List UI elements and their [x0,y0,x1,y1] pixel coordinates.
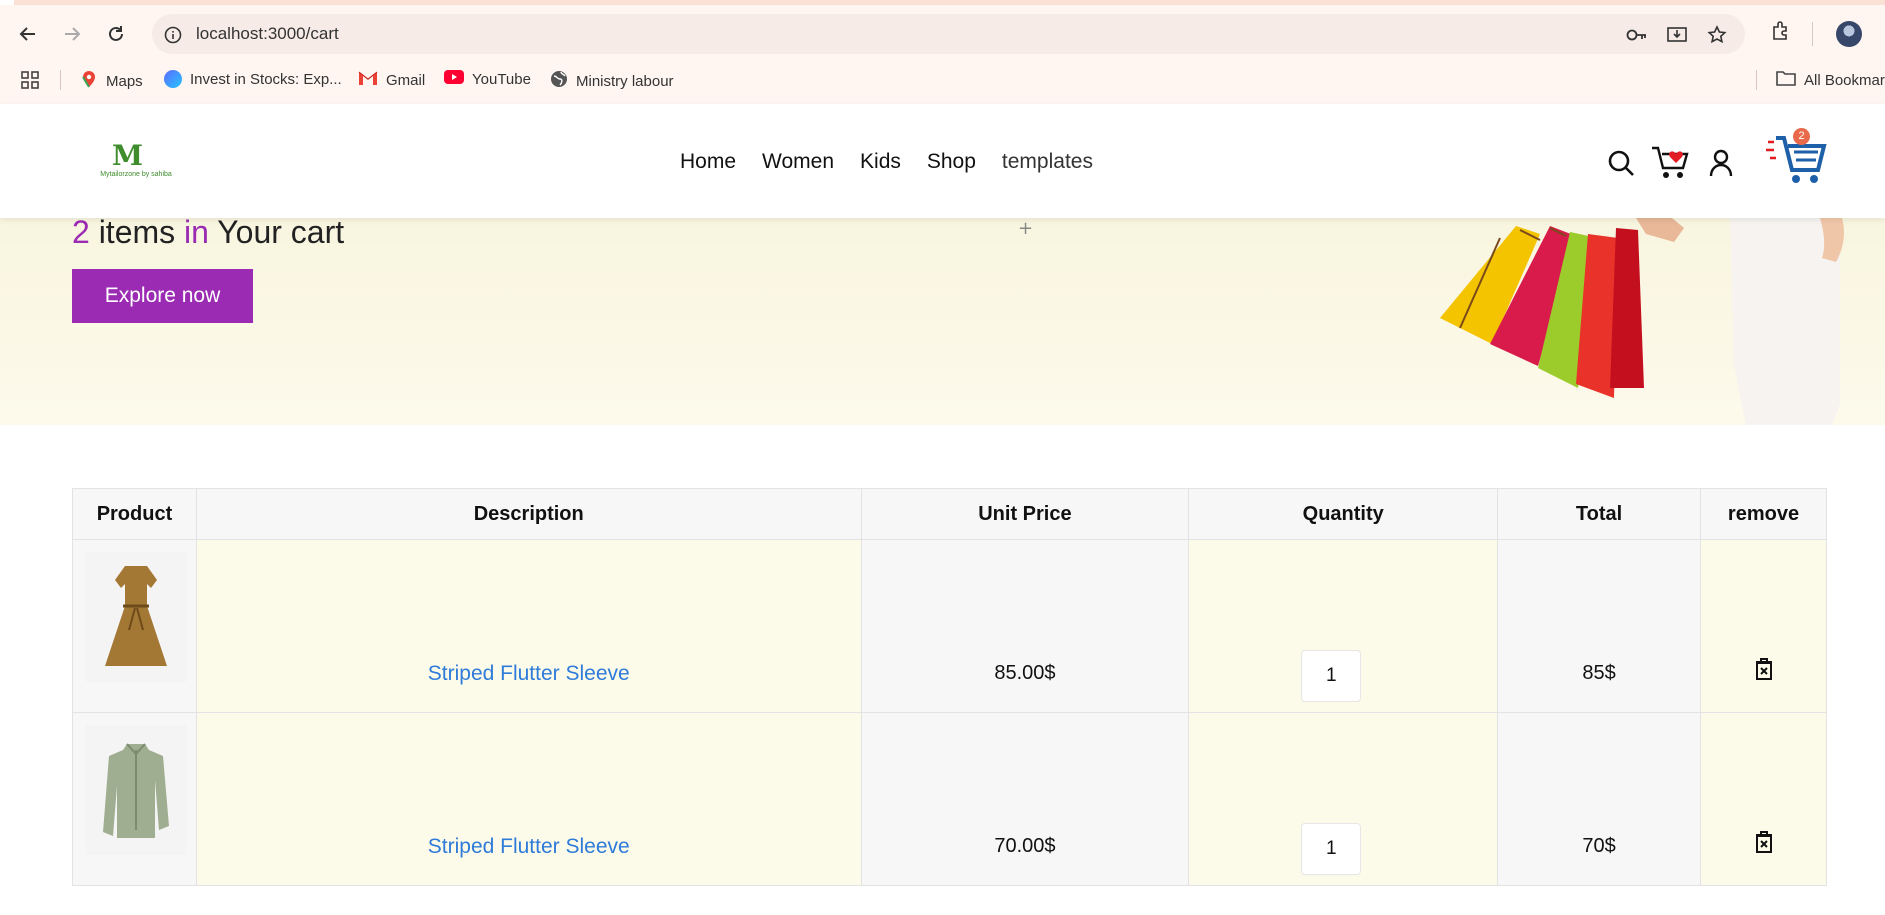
reload-icon[interactable] [100,18,132,50]
items-word: items [98,218,176,250]
bookmarks-separator [1756,70,1757,90]
back-icon[interactable] [12,18,44,50]
bookmark-label: YouTube [472,70,531,88]
install-app-icon[interactable] [1666,24,1688,46]
url-text[interactable]: localhost:3000/cart [196,24,339,44]
bookmark-label: Ministry labour [576,72,674,90]
all-bookmarks-label: All Bookmar [1804,71,1885,89]
cart-count-badge: 2 [1793,128,1810,145]
bookmark-invest[interactable]: Invest in Stocks: Exp... [164,70,342,88]
your-cart-word: Your cart [217,218,345,250]
total-cell: 70$ [1497,712,1701,886]
header-unit-price: Unit Price [860,488,1190,540]
tab-strip [0,0,1885,5]
toolbar-divider [1812,22,1813,46]
user-icon[interactable] [1708,148,1734,178]
gmail-icon [358,70,378,90]
header-description: Description [195,488,862,540]
main-nav: Home Women Kids Shop templates [680,150,1093,174]
bookmarks-bar: Maps Invest in Stocks: Exp... Gmail YouT… [0,62,1885,98]
bookmark-maps[interactable]: Maps [80,70,143,92]
all-bookmarks-folder[interactable]: All Bookmar [1776,70,1885,90]
explore-now-button[interactable]: Explore now [72,269,253,323]
site-info-icon[interactable] [162,24,184,46]
product-cell [72,539,197,713]
description-cell: Striped Flutter Sleeve [195,712,862,886]
product-image-green-shirt[interactable] [86,725,186,855]
trash-icon[interactable] [1754,658,1774,686]
invest-icon [164,70,182,88]
logo-mark: M [112,139,143,172]
cart-summary-title: 2 items in Your cart [72,218,344,248]
quantity-input[interactable]: 1 [1301,650,1362,702]
in-word: in [184,218,209,250]
logo-tagline: Mytailorzone by sahiba [100,171,172,178]
unit-price: 70.00$ [994,835,1056,857]
bookmark-label: Invest in Stocks: Exp... [190,70,342,88]
globe-icon [550,70,568,92]
table-header-row: Product Description Unit Price Quantity … [72,488,1827,540]
youtube-icon [444,70,464,88]
unit-price-cell: 70.00$ [860,712,1190,886]
shopping-bags-image [1440,218,1844,425]
remove-cell [1700,539,1827,713]
nav-home[interactable]: Home [680,150,736,174]
table-row: Striped Flutter Sleeve 85.00$ 1 85$ [72,539,1827,713]
header-remove: remove [1700,488,1827,540]
trash-icon[interactable] [1754,831,1774,859]
site-logo[interactable]: M Mytailorzone by sahiba [86,142,186,184]
nav-kids[interactable]: Kids [860,150,901,174]
product-name-link[interactable]: Striped Flutter Sleeve [197,662,861,686]
nav-shop[interactable]: Shop [927,150,976,174]
bookmark-label: Gmail [386,71,426,89]
nav-women[interactable]: Women [762,150,834,174]
bookmarks-separator [60,70,61,90]
extensions-icon[interactable] [1770,20,1792,46]
browser-toolbar: localhost:3000/cart Maps Invest in Stock… [0,0,1885,104]
quantity-input[interactable]: 1 [1301,823,1362,875]
header-quantity: Quantity [1188,488,1499,540]
item-count: 2 [72,218,90,250]
product-name-link[interactable]: Striped Flutter Sleeve [197,835,861,859]
quantity-cell: 1 [1188,539,1499,713]
bookmark-label: Maps [106,72,143,90]
nav-templates[interactable]: templates [1002,150,1093,174]
bookmark-ministry-labour[interactable]: Ministry labour [550,70,674,92]
table-row: Striped Flutter Sleeve 70.00$ 1 70$ [72,712,1827,886]
total-cell: 85$ [1497,539,1701,713]
address-bar[interactable]: localhost:3000/cart [152,14,1745,54]
product-cell [72,712,197,886]
row-total: 70$ [1582,835,1616,857]
header-product: Product [72,488,197,540]
bookmark-gmail[interactable]: Gmail [358,70,425,90]
unit-price-cell: 85.00$ [860,539,1190,713]
cart-table: Product Description Unit Price Quantity … [72,488,1827,886]
profile-avatar[interactable] [1836,21,1862,47]
cart-hero: 2 items in Your cart + Explore now [0,218,1885,425]
apps-grid-icon[interactable] [20,70,40,90]
plus-icon: + [1018,218,1034,239]
site-header: M Mytailorzone by sahiba Home Women Kids… [0,104,1885,218]
search-icon[interactable] [1606,148,1636,178]
bookmark-youtube[interactable]: YouTube [444,70,531,88]
folder-icon [1776,70,1796,90]
row-total: 85$ [1582,662,1616,684]
wishlist-cart-icon[interactable] [1650,140,1692,182]
quantity-cell: 1 [1188,712,1499,886]
description-cell: Striped Flutter Sleeve [195,539,862,713]
unit-price: 85.00$ [994,662,1056,684]
password-key-icon[interactable] [1626,24,1648,46]
maps-icon [80,70,98,92]
header-total: Total [1497,488,1701,540]
forward-icon[interactable] [56,18,88,50]
product-image-brown-dress[interactable] [86,552,186,682]
remove-cell [1700,712,1827,886]
bookmark-star-icon[interactable] [1706,24,1728,46]
